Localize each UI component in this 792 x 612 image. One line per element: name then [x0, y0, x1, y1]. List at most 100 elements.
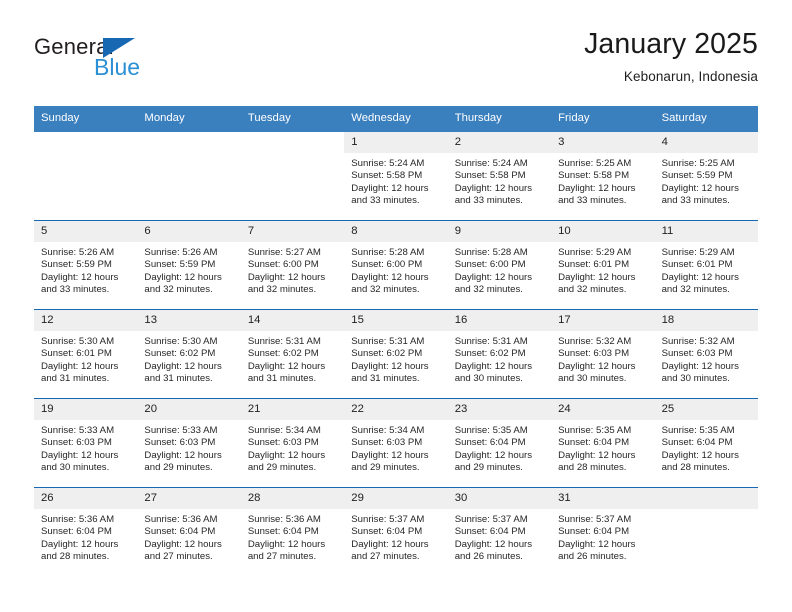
day-number: 3 — [551, 131, 655, 153]
day-details: Sunrise: 5:27 AM Sunset: 6:00 PM Daylight:… — [241, 242, 344, 297]
calendar-day-cell[interactable]: 1 Sunrise: 5:24 AM Sunset: 5:58 PM Daylight… — [344, 131, 448, 220]
calendar-day-cell[interactable]: 22 Sunrise: 5:34 AM Sunset: 6:03 PM Dayligh… — [344, 398, 448, 487]
calendar-week-row: 26 Sunrise: 5:36 AM Sunset: 6:04 PM Dayligh… — [34, 486, 758, 576]
sunset-time: Sunset: 6:04 PM — [351, 526, 423, 538]
calendar-day-cell[interactable]: 30 Sunrise: 5:37 AM Sunset: 6:04 PM Dayligh… — [447, 487, 552, 576]
calendar-day-cell[interactable]: 15 Sunrise: 5:31 AM Sunset: 6:02 PM Dayligh… — [344, 309, 448, 398]
calendar-week-row: 1 Sunrise: 5:24 AM Sunset: 5:58 PM Daylight… — [34, 131, 758, 220]
calendar-day-cell[interactable]: 6 Sunrise: 5:26 AM Sunset: 5:59 PM Daylight… — [137, 220, 241, 309]
calendar-day-cell[interactable]: 2 Sunrise: 5:24 AM Sunset: 5:58 PM Daylight… — [447, 131, 552, 220]
sunrise-time: Sunrise: 5:31 AM — [351, 335, 425, 347]
daylight-duration-line1: Daylight: 12 hours — [558, 538, 636, 550]
calendar-day-cell[interactable]: 21 Sunrise: 5:34 AM Sunset: 6:03 PM Dayligh… — [240, 398, 345, 487]
logo-text-blue: Blue — [94, 54, 141, 80]
day-number: 18 — [654, 309, 758, 331]
day-details — [655, 509, 758, 514]
day-number: 27 — [137, 487, 241, 509]
daylight-duration-line2: and 30 minutes. — [661, 373, 730, 385]
daylight-duration-line2: and 30 minutes. — [454, 373, 523, 385]
calendar-day-cell[interactable]: 24 Sunrise: 5:35 AM Sunset: 6:04 PM Dayligh… — [551, 398, 655, 487]
daylight-duration-line2: and 29 minutes. — [144, 462, 213, 474]
daylight-duration-line1: Daylight: 12 hours — [351, 360, 429, 372]
calendar-day-cell[interactable]: 25 Sunrise: 5:35 AM Sunset: 6:04 PM Dayligh… — [654, 398, 758, 487]
day-number: 16 — [447, 309, 552, 331]
sunrise-time: Sunrise: 5:36 AM — [41, 513, 115, 525]
calendar-day-cell[interactable]: 4 Sunrise: 5:25 AM Sunset: 5:59 PM Daylight… — [654, 131, 758, 220]
day-details: Sunrise: 5:35 AM Sunset: 6:04 PM Daylight:… — [551, 420, 654, 475]
day-details: Sunrise: 5:34 AM Sunset: 6:03 PM Daylight:… — [241, 420, 344, 475]
daylight-duration-line1: Daylight: 12 hours — [41, 360, 119, 372]
day-number: 17 — [551, 309, 655, 331]
calendar-day-cell[interactable]: 3 Sunrise: 5:25 AM Sunset: 5:58 PM Daylight… — [551, 131, 655, 220]
sunrise-time: Sunrise: 5:24 AM — [454, 157, 528, 169]
day-details: Sunrise: 5:24 AM Sunset: 5:58 PM Daylight:… — [344, 153, 447, 208]
day-details: Sunrise: 5:32 AM Sunset: 6:03 PM Daylight:… — [551, 331, 654, 386]
day-details — [241, 153, 344, 158]
calendar-day-cell[interactable]: 23 Sunrise: 5:35 AM Sunset: 6:04 PM Dayligh… — [447, 398, 552, 487]
daylight-duration-line2: and 27 minutes. — [144, 551, 213, 563]
daylight-duration-line2: and 33 minutes. — [351, 195, 420, 207]
title-block: January 2025 Kebonarun, Indonesia — [584, 26, 758, 84]
sunrise-time: Sunrise: 5:26 AM — [41, 246, 115, 258]
sunrise-time: Sunrise: 5:35 AM — [661, 424, 735, 436]
calendar-day-cell[interactable]: 8 Sunrise: 5:28 AM Sunset: 6:00 PM Daylight… — [344, 220, 448, 309]
sunrise-time: Sunrise: 5:27 AM — [247, 246, 321, 258]
general-blue-logo[interactable]: General Blue — [34, 26, 164, 82]
calendar-day-cell[interactable]: 27 Sunrise: 5:36 AM Sunset: 6:04 PM Dayligh… — [137, 487, 241, 576]
calendar-day-cell[interactable]: 26 Sunrise: 5:36 AM Sunset: 6:04 PM Dayligh… — [34, 487, 138, 576]
calendar-weeks: 1 Sunrise: 5:24 AM Sunset: 5:58 PM Daylight… — [34, 131, 758, 576]
calendar-day-cell[interactable]: 28 Sunrise: 5:36 AM Sunset: 6:04 PM Dayligh… — [240, 487, 345, 576]
day-details: Sunrise: 5:37 AM Sunset: 6:04 PM Daylight:… — [344, 509, 447, 564]
sunrise-time: Sunrise: 5:32 AM — [661, 335, 735, 347]
day-number: 9 — [447, 220, 552, 242]
daylight-duration-line2: and 32 minutes. — [351, 284, 420, 296]
sunrise-time: Sunrise: 5:35 AM — [558, 424, 632, 436]
calendar-day-cell[interactable]: 7 Sunrise: 5:27 AM Sunset: 6:00 PM Daylight… — [240, 220, 345, 309]
sunset-time: Sunset: 5:58 PM — [351, 170, 423, 182]
sunset-time: Sunset: 6:01 PM — [41, 348, 112, 360]
day-details: Sunrise: 5:35 AM Sunset: 6:04 PM Daylight:… — [655, 420, 758, 475]
calendar-day-cell[interactable]: 17 Sunrise: 5:32 AM Sunset: 6:03 PM Dayligh… — [551, 309, 655, 398]
calendar-day-cell[interactable]: 18 Sunrise: 5:32 AM Sunset: 6:03 PM Dayligh… — [654, 309, 758, 398]
daylight-duration-line1: Daylight: 12 hours — [144, 449, 222, 461]
daylight-duration-line1: Daylight: 12 hours — [41, 538, 119, 550]
calendar-day-cell[interactable]: 31 Sunrise: 5:37 AM Sunset: 6:04 PM Dayligh… — [551, 487, 655, 576]
sunset-time: Sunset: 6:04 PM — [558, 526, 630, 538]
day-number: 24 — [551, 398, 655, 420]
calendar-day-cell[interactable]: 13 Sunrise: 5:30 AM Sunset: 6:02 PM Dayligh… — [137, 309, 241, 398]
day-details: Sunrise: 5:25 AM Sunset: 5:58 PM Daylight:… — [551, 153, 654, 208]
calendar-day-cell[interactable]: 16 Sunrise: 5:31 AM Sunset: 6:02 PM Dayligh… — [447, 309, 552, 398]
calendar-week-row: 12 Sunrise: 5:30 AM Sunset: 6:01 PM Dayligh… — [34, 308, 758, 398]
day-details: Sunrise: 5:37 AM Sunset: 6:04 PM Daylight:… — [448, 509, 551, 564]
calendar-day-cell[interactable]: 10 Sunrise: 5:29 AM Sunset: 6:01 PM Dayligh… — [551, 220, 655, 309]
sunset-time: Sunset: 6:04 PM — [454, 526, 526, 538]
day-number: 26 — [34, 487, 138, 509]
calendar-day-cell[interactable]: 11 Sunrise: 5:29 AM Sunset: 6:01 PM Dayligh… — [654, 220, 758, 309]
day-number: 11 — [654, 220, 758, 242]
calendar-day-cell[interactable]: 12 Sunrise: 5:30 AM Sunset: 6:01 PM Dayligh… — [34, 309, 138, 398]
daylight-duration-line1: Daylight: 12 hours — [41, 271, 119, 283]
day-details: Sunrise: 5:32 AM Sunset: 6:03 PM Daylight:… — [655, 331, 758, 386]
sunrise-time: Sunrise: 5:33 AM — [41, 424, 115, 436]
daylight-duration-line1: Daylight: 12 hours — [661, 449, 739, 461]
calendar-day-cell[interactable]: 20 Sunrise: 5:33 AM Sunset: 6:03 PM Dayligh… — [137, 398, 241, 487]
day-number: 5 — [34, 220, 138, 242]
calendar-day-cell[interactable]: 14 Sunrise: 5:31 AM Sunset: 6:02 PM Dayligh… — [240, 309, 345, 398]
day-number: 13 — [137, 309, 241, 331]
sunrise-time: Sunrise: 5:25 AM — [558, 157, 632, 169]
day-number — [34, 132, 137, 153]
daylight-duration-line2: and 33 minutes. — [661, 195, 730, 207]
day-number — [137, 132, 240, 153]
daylight-duration-line1: Daylight: 12 hours — [454, 271, 533, 283]
day-number: 12 — [34, 309, 138, 331]
daylight-duration-line1: Daylight: 12 hours — [247, 449, 326, 461]
calendar-day-cell[interactable]: 5 Sunrise: 5:26 AM Sunset: 5:59 PM Daylight… — [34, 220, 138, 309]
daylight-duration-line2: and 33 minutes. — [454, 195, 523, 207]
day-details: Sunrise: 5:33 AM Sunset: 6:03 PM Daylight:… — [137, 420, 240, 475]
calendar-day-cell[interactable]: 29 Sunrise: 5:37 AM Sunset: 6:04 PM Dayligh… — [344, 487, 448, 576]
calendar-day-cell[interactable]: 19 Sunrise: 5:33 AM Sunset: 6:03 PM Dayligh… — [34, 398, 138, 487]
calendar-day-cell[interactable]: 9 Sunrise: 5:28 AM Sunset: 6:00 PM Daylight… — [447, 220, 552, 309]
day-details: Sunrise: 5:28 AM Sunset: 6:00 PM Daylight:… — [448, 242, 551, 297]
weekday-header-thursday: Thursday — [454, 112, 502, 124]
daylight-duration-line1: Daylight: 12 hours — [558, 360, 636, 372]
